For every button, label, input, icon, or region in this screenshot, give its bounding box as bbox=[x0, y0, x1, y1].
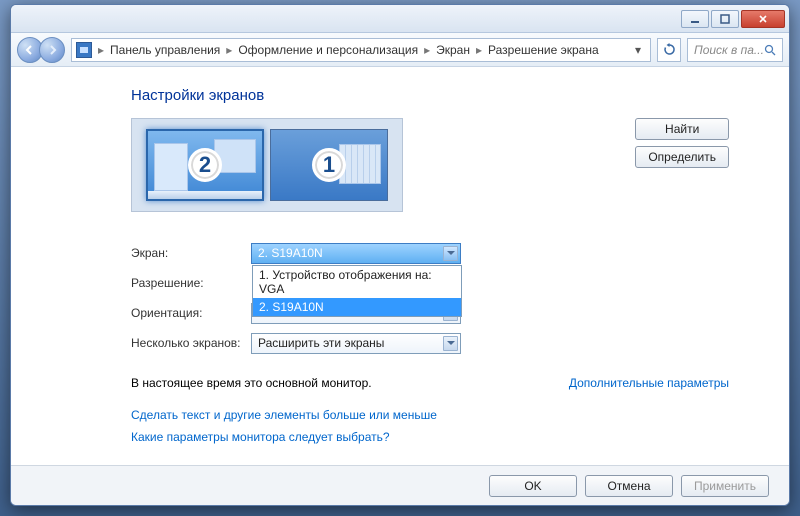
row-multiple-displays: Несколько экранов: Расширить эти экраны bbox=[131, 328, 729, 358]
resolution-label: Разрешение: bbox=[131, 276, 251, 290]
cancel-button[interactable]: Отмена bbox=[585, 475, 673, 497]
address-bar[interactable]: ▸ Панель управления ▸ Оформление и персо… bbox=[71, 38, 651, 62]
close-icon bbox=[758, 14, 768, 24]
breadcrumb-item[interactable]: Разрешение экрана bbox=[488, 43, 599, 57]
multiple-displays-label: Несколько экранов: bbox=[131, 336, 251, 350]
arrow-right-icon bbox=[46, 44, 58, 56]
nav-buttons bbox=[17, 37, 65, 63]
navbar: ▸ Панель управления ▸ Оформление и персо… bbox=[11, 33, 789, 67]
search-input[interactable]: Поиск в па... bbox=[687, 38, 783, 62]
address-dropdown[interactable]: ▾ bbox=[630, 43, 646, 57]
breadcrumb-sep: ▸ bbox=[224, 43, 234, 57]
monitor-2[interactable]: 2 bbox=[146, 129, 264, 201]
side-actions: Найти Определить bbox=[635, 118, 729, 168]
identify-button[interactable]: Определить bbox=[635, 146, 729, 168]
page-title: Настройки экранов bbox=[131, 87, 729, 104]
apply-button[interactable]: Применить bbox=[681, 475, 769, 497]
primary-monitor-status: В настоящее время это основной монитор. bbox=[131, 376, 372, 390]
screen-option-1[interactable]: 1. Устройство отображения на: VGA bbox=[253, 266, 461, 298]
monitor-preview[interactable]: 2 1 bbox=[131, 118, 403, 212]
monitor-number: 1 bbox=[312, 148, 346, 182]
refresh-button[interactable] bbox=[657, 38, 681, 62]
maximize-icon bbox=[720, 14, 730, 24]
refresh-icon bbox=[663, 43, 676, 56]
help-links: Сделать текст и другие элементы больше и… bbox=[131, 408, 729, 444]
monitor-1[interactable]: 1 bbox=[270, 129, 388, 201]
window: ▸ Панель управления ▸ Оформление и персо… bbox=[10, 4, 790, 506]
chevron-down-icon bbox=[443, 336, 458, 351]
content: Настройки экранов 2 1 Найти Определить bbox=[11, 67, 789, 465]
control-panel-icon bbox=[76, 42, 92, 58]
screen-option-2[interactable]: 2. S19A10N bbox=[253, 298, 461, 316]
search-placeholder: Поиск в па... bbox=[694, 43, 764, 57]
find-button[interactable]: Найти bbox=[635, 118, 729, 140]
breadcrumb-item[interactable]: Экран bbox=[436, 43, 470, 57]
forward-button[interactable] bbox=[39, 37, 65, 63]
breadcrumb-sep: ▸ bbox=[96, 43, 106, 57]
advanced-settings-link[interactable]: Дополнительные параметры bbox=[569, 376, 729, 390]
settings-form: Экран: 2. S19A10N 1. Устройство отображе… bbox=[131, 238, 729, 358]
text-size-link[interactable]: Сделать текст и другие элементы больше и… bbox=[131, 408, 729, 422]
minimize-button[interactable] bbox=[681, 10, 709, 28]
screen-label: Экран: bbox=[131, 246, 251, 260]
close-button[interactable] bbox=[741, 10, 785, 28]
breadcrumb-sep: ▸ bbox=[474, 43, 484, 57]
search-icon bbox=[764, 44, 776, 56]
arrow-left-icon bbox=[24, 44, 36, 56]
monitor-thumb bbox=[154, 143, 188, 191]
breadcrumb-item[interactable]: Панель управления bbox=[110, 43, 220, 57]
minimize-icon bbox=[690, 14, 700, 24]
screen-dropdown: 1. Устройство отображения на: VGA 2. S19… bbox=[252, 265, 462, 317]
ok-button[interactable]: OK bbox=[489, 475, 577, 497]
window-controls bbox=[681, 10, 785, 28]
status-row: В настоящее время это основной монитор. … bbox=[131, 376, 729, 390]
multiple-displays-value: Расширить эти экраны bbox=[258, 336, 384, 350]
footer: OK Отмена Применить bbox=[11, 465, 789, 505]
screen-combo-value: 2. S19A10N bbox=[258, 246, 323, 260]
multiple-displays-combo[interactable]: Расширить эти экраны bbox=[251, 333, 461, 354]
breadcrumb-item[interactable]: Оформление и персонализация bbox=[238, 43, 418, 57]
monitor-help-link[interactable]: Какие параметры монитора следует выбрать… bbox=[131, 430, 729, 444]
breadcrumb-sep: ▸ bbox=[422, 43, 432, 57]
monitor-preview-row: 2 1 Найти Определить bbox=[131, 118, 729, 212]
monitor-number: 2 bbox=[188, 148, 222, 182]
monitor-taskbar bbox=[148, 191, 262, 199]
titlebar bbox=[11, 5, 789, 33]
maximize-button[interactable] bbox=[711, 10, 739, 28]
orientation-label: Ориентация: bbox=[131, 306, 251, 320]
chevron-down-icon bbox=[443, 246, 458, 261]
screen-combo[interactable]: 2. S19A10N 1. Устройство отображения на:… bbox=[251, 243, 461, 264]
row-screen: Экран: 2. S19A10N 1. Устройство отображе… bbox=[131, 238, 729, 268]
